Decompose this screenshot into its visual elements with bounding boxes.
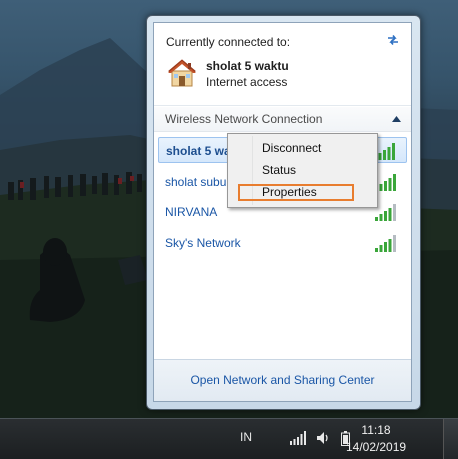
- current-network-name: sholat 5 waktu: [206, 59, 289, 73]
- language-indicator[interactable]: IN: [240, 430, 252, 444]
- current-network-status: Internet access: [206, 75, 288, 89]
- network-item-label: sholat subul: [165, 175, 230, 189]
- divider: [154, 105, 411, 106]
- network-flyout: Currently connected to: sholat 5 waktu I…: [146, 15, 421, 410]
- taskbar: IN 11:18 14/02/2019: [0, 418, 458, 459]
- chevron-up-icon[interactable]: [392, 115, 401, 123]
- signal-strength-icon: [375, 174, 396, 191]
- flyout-footer: Open Network and Sharing Center: [154, 359, 411, 401]
- network-context-menu: Disconnect Status Properties: [227, 133, 378, 208]
- clock-time[interactable]: 11:18: [346, 423, 406, 437]
- network-signal-icon[interactable]: [290, 431, 306, 445]
- show-desktop-button[interactable]: [443, 419, 458, 459]
- network-item-label: sholat 5 wa: [166, 144, 231, 158]
- section-header-wireless[interactable]: Wireless Network Connection: [154, 107, 411, 132]
- network-item-skys-network[interactable]: Sky's Network: [158, 230, 407, 256]
- signal-strength-icon: [375, 235, 396, 252]
- volume-icon[interactable]: [316, 431, 330, 445]
- properties-highlight-box: [238, 184, 354, 201]
- open-network-sharing-center-link[interactable]: Open Network and Sharing Center: [190, 373, 374, 387]
- menu-item-disconnect[interactable]: Disconnect: [262, 138, 321, 158]
- clock-date[interactable]: 14/02/2019: [346, 440, 406, 454]
- connected-title: Currently connected to:: [166, 35, 291, 49]
- network-item-label: Sky's Network: [165, 236, 241, 250]
- network-item-label: NIRVANA: [165, 205, 218, 219]
- signal-strength-icon: [375, 204, 396, 221]
- section-header-label: Wireless Network Connection: [165, 112, 323, 126]
- refresh-icon[interactable]: [385, 32, 401, 48]
- menu-item-status[interactable]: Status: [262, 160, 296, 180]
- network-panel: Currently connected to: sholat 5 waktu I…: [153, 22, 412, 402]
- home-network-icon: [168, 59, 196, 87]
